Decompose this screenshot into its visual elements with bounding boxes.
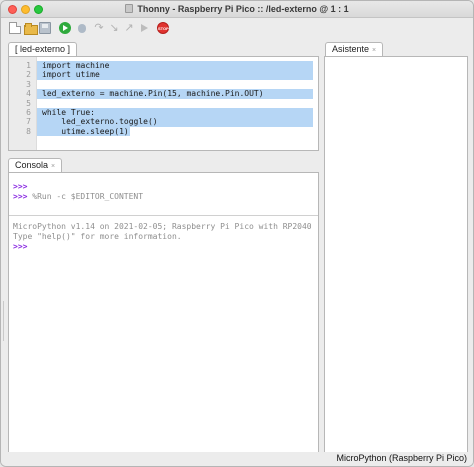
code-line: 4 led_externo = machine.Pin(15, machine.P… [26, 89, 318, 99]
assistant-panel [324, 56, 468, 454]
new-file-icon[interactable] [9, 22, 21, 34]
shell-prompt: >>> [13, 242, 28, 251]
title-bar: Thonny - Raspberry Pi Pico :: /led-exter… [1, 1, 473, 18]
code-line: 8 utime.sleep(1) [26, 126, 318, 137]
code-line: 6 while True: [26, 107, 318, 118]
code-area[interactable]: 1 import machine 2 import utime 3 4 led_ext… [26, 61, 318, 137]
editor-tab-label: [ led-externo ] [15, 44, 71, 54]
tab-consola[interactable]: Consola × [8, 158, 63, 172]
step-out-icon[interactable]: ↗ [123, 22, 135, 34]
code-text: import utime [37, 70, 313, 80]
resize-handle[interactable] [1, 301, 4, 341]
line-number: 5 [26, 98, 31, 108]
assistant-tab-label: Asistente [332, 44, 370, 54]
code-text: led_externo = machine.Pin(15, machine.Pi… [37, 89, 313, 99]
status-bar: MicroPython (Raspberry Pi Pico) [1, 452, 473, 466]
thonny-window: Thonny - Raspberry Pi Pico :: /led-exter… [0, 0, 474, 467]
code-line: 3 [26, 80, 318, 89]
stop-icon[interactable] [157, 22, 169, 34]
close-icon[interactable]: × [51, 163, 55, 170]
window-title: Thonny - Raspberry Pi Pico :: /led-exter… [137, 4, 349, 14]
shell-banner-1: MicroPython v1.14 on 2021-02-05; Raspber… [13, 222, 312, 231]
shell-tab-label: Consola [15, 160, 49, 170]
line-number: 7 [26, 117, 31, 127]
toolbar: ↷ ↘ ↗ [1, 18, 473, 38]
run-icon[interactable] [59, 22, 71, 34]
shell-run-command: %Run -c $EDITOR_CONTENT [27, 192, 144, 201]
shell-divider [9, 215, 318, 216]
resume-icon[interactable] [138, 22, 150, 34]
shell-prompt-line: >>> [13, 182, 27, 192]
step-over-icon[interactable]: ↷ [93, 22, 105, 34]
shell-prompt: >>> [13, 192, 28, 201]
code-line: 7 led_externo.toggle() [26, 117, 318, 127]
close-icon[interactable]: × [372, 47, 376, 54]
code-editor[interactable]: 1 import machine 2 import utime 3 4 led_ext… [8, 56, 319, 151]
interpreter-selector[interactable]: MicroPython (Raspberry Pi Pico) [336, 453, 467, 463]
shell-banner-2: Type "help()" for more information. [13, 232, 182, 241]
document-icon [125, 4, 134, 13]
tab-asistente[interactable]: Asistente × [325, 42, 384, 56]
shell-console[interactable]: >>> >>> %Run -c $EDITOR_CONTENT MicroPyt… [8, 172, 319, 459]
line-number: 3 [26, 79, 31, 89]
shell-input-line[interactable]: >>> [13, 242, 27, 252]
code-text: while True: [37, 107, 313, 118]
code-text: utime.sleep(1) [37, 126, 130, 137]
line-number: 1 [26, 61, 31, 70]
tab-editor-led-externo[interactable]: [ led-externo ] [8, 42, 78, 56]
window-title-wrap: Thonny - Raspberry Pi Pico :: /led-exter… [1, 4, 473, 14]
code-line: 1 import machine [26, 61, 318, 71]
step-into-icon[interactable]: ↘ [108, 22, 120, 34]
code-line: 2 import utime [26, 70, 318, 80]
shell-run-line: >>> %Run -c $EDITOR_CONTENT [13, 192, 143, 202]
line-number: 6 [26, 107, 31, 117]
code-line: 5 [26, 99, 318, 108]
save-icon[interactable] [39, 22, 51, 34]
line-number: 2 [26, 70, 31, 80]
line-number: 8 [26, 126, 31, 136]
line-number: 4 [26, 89, 31, 99]
debug-icon[interactable] [76, 22, 88, 34]
code-text: led_externo.toggle() [37, 117, 313, 127]
code-text: import machine [37, 61, 313, 71]
open-folder-icon[interactable] [24, 22, 38, 35]
shell-prompt: >>> [13, 182, 28, 191]
